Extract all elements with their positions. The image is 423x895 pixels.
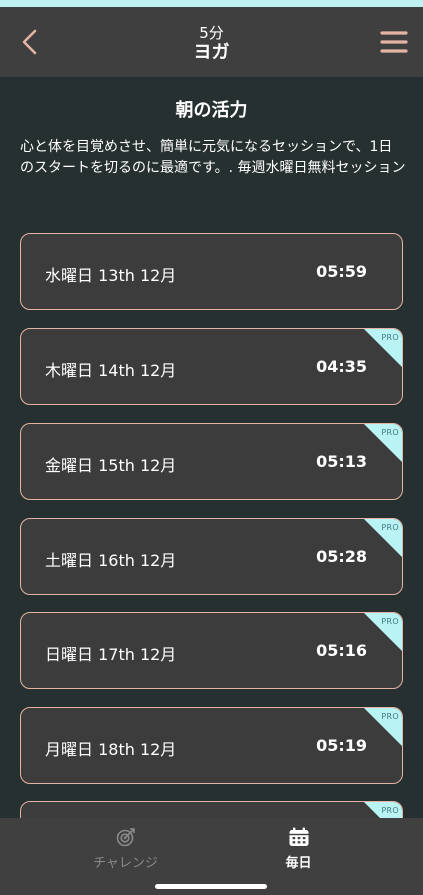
session-duration: 05:28 <box>316 547 367 566</box>
pro-badge: PRO <box>381 333 399 342</box>
session-card[interactable]: 水曜日 13th 12月 05:59 <box>20 233 403 310</box>
session-duration: 04:35 <box>316 357 367 376</box>
tab-daily-label: 毎日 <box>285 856 312 871</box>
session-date: 水曜日 13th 12月 <box>45 266 177 285</box>
home-indicator <box>155 884 267 889</box>
session-date: 月曜日 18th 12月 <box>45 740 177 759</box>
page-title: 朝の活力 <box>175 100 248 121</box>
session-card[interactable]: PRO 金曜日 15th 12月 05:13 <box>20 423 403 500</box>
session-duration: 05:19 <box>316 736 367 755</box>
session-duration: 05:13 <box>316 452 367 471</box>
session-date: 土曜日 16th 12月 <box>45 551 177 570</box>
calendar-icon <box>193 827 404 851</box>
pro-badge: PRO <box>381 523 399 532</box>
session-date: 木曜日 14th 12月 <box>45 361 177 380</box>
session-card[interactable]: PRO 土曜日 16th 12月 05:28 <box>20 518 403 595</box>
session-card[interactable]: PRO 木曜日 14th 12月 04:35 <box>20 328 403 405</box>
header-duration: 5分 <box>199 24 224 42</box>
tab-daily[interactable]: 毎日 <box>193 818 404 878</box>
session-duration: 05:59 <box>316 262 367 281</box>
session-date: 金曜日 15th 12月 <box>45 456 177 475</box>
session-date: 日曜日 17th 12月 <box>45 645 177 664</box>
pro-badge: PRO <box>381 712 399 721</box>
pro-badge: PRO <box>381 806 399 815</box>
menu-button[interactable] <box>379 27 409 57</box>
session-card[interactable]: PRO 日曜日 17th 12月 05:16 <box>20 612 403 689</box>
page-description: 心と体を目覚めさせ、簡単に元気になるセッションで、1日のスタートを切るのに最適で… <box>20 139 406 176</box>
session-card[interactable]: PRO 月曜日 18th 12月 05:19 <box>20 707 403 784</box>
header-title: ヨガ <box>193 42 230 63</box>
pro-badge: PRO <box>381 617 399 626</box>
hamburger-menu-icon <box>380 31 408 53</box>
status-bar-strip <box>0 0 423 7</box>
top-app-bar: 5分 ヨガ <box>0 7 423 77</box>
pro-badge: PRO <box>381 428 399 437</box>
session-duration: 05:16 <box>316 641 367 660</box>
